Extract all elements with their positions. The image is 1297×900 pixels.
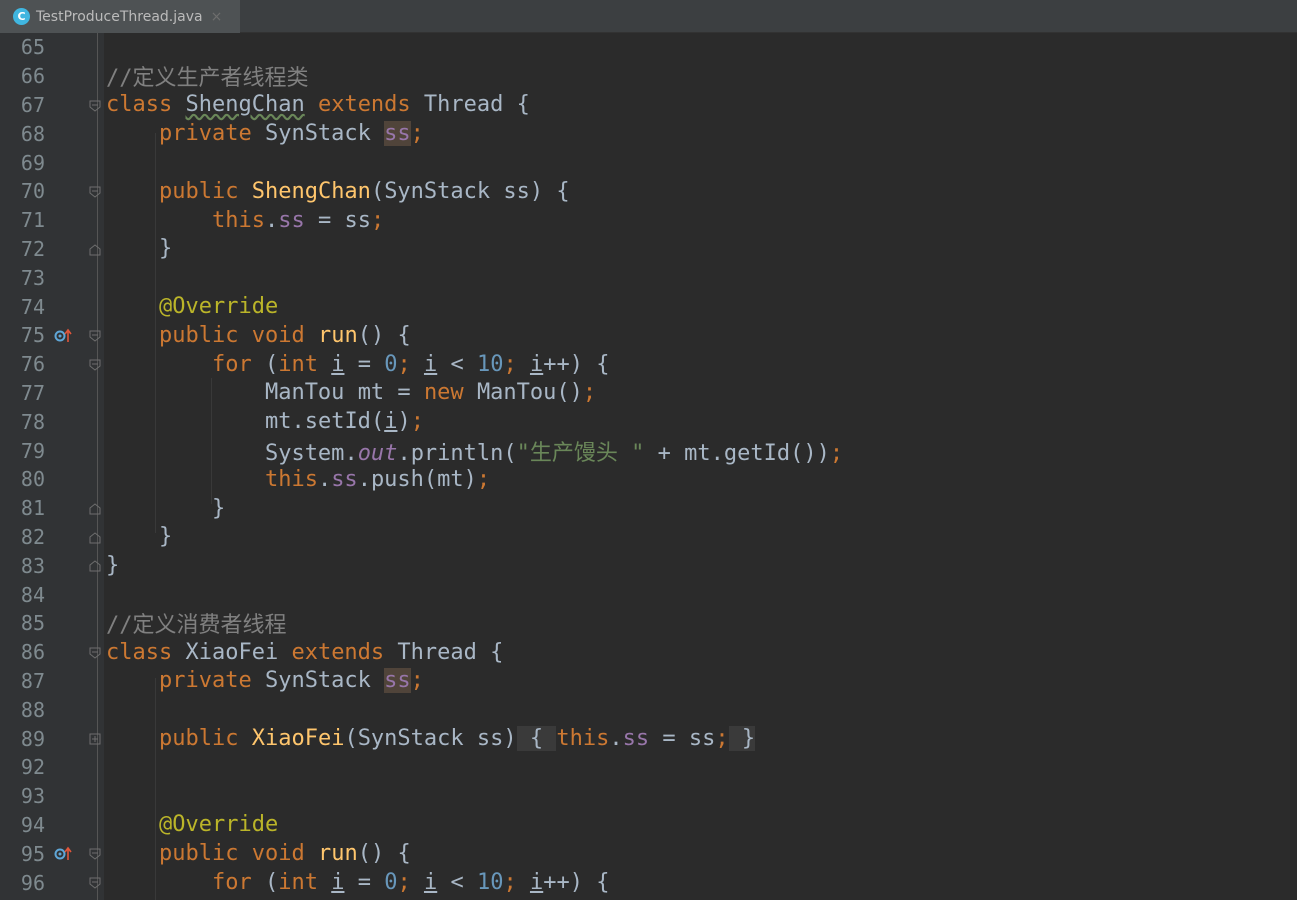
override-method-icon[interactable] (54, 327, 72, 345)
code-line: 73 (0, 263, 1297, 292)
fold-collapse-icon[interactable] (89, 647, 101, 659)
line-number: 88 (20, 697, 45, 722)
code-line: 84 (0, 580, 1297, 609)
code-line: 93 (0, 782, 1297, 811)
code-line: 68 private SynStack ss; (0, 119, 1297, 148)
code-line: 80 this.ss.push(mt); (0, 465, 1297, 494)
line-number: 71 (20, 208, 45, 233)
line-number: 82 (20, 524, 45, 549)
code-line: 81 } (0, 494, 1297, 523)
code-line: 71 this.ss = ss; (0, 206, 1297, 235)
fold-collapse-icon[interactable] (89, 359, 101, 371)
fold-end-icon[interactable] (89, 503, 101, 515)
class-name: ShengChan (185, 92, 305, 118)
override-method-icon[interactable] (54, 845, 72, 863)
code-line: 72 } (0, 235, 1297, 264)
java-class-icon: C (13, 8, 30, 25)
comment: //定义消费者线程 (106, 613, 287, 639)
code-line: 70 public ShengChan(SynStack ss) { (0, 177, 1297, 206)
code-line: 77 ManTou mt = new ManTou(); (0, 379, 1297, 408)
line-number: 76 (20, 352, 45, 377)
code-line: 75 public void run() { (0, 321, 1297, 350)
folded-region[interactable]: } (728, 726, 756, 752)
line-number: 69 (20, 150, 45, 175)
code-line: 66 //定义生产者线程类 (0, 62, 1297, 91)
fold-collapse-icon[interactable] (89, 877, 101, 889)
line-number: 70 (20, 179, 45, 204)
line-number: 81 (20, 496, 45, 521)
code-line: 88 (0, 695, 1297, 724)
line-number: 95 (20, 841, 45, 866)
line-number: 67 (20, 92, 45, 117)
code-line: 65 (0, 33, 1297, 62)
fold-end-icon[interactable] (89, 560, 101, 572)
line-number: 73 (20, 265, 45, 290)
line-number: 66 (20, 64, 45, 89)
code-line: 78 mt.setId(i); (0, 407, 1297, 436)
fold-collapse-icon[interactable] (89, 186, 101, 198)
line-number: 94 (20, 812, 45, 837)
line-number: 74 (20, 294, 45, 319)
code-line: 94 @Override (0, 811, 1297, 840)
fold-collapse-icon[interactable] (89, 848, 101, 861)
code-line: 85 //定义消费者线程 (0, 609, 1297, 638)
fold-collapse-icon[interactable] (89, 330, 101, 342)
line-number: 87 (20, 668, 45, 693)
code-line: 92 (0, 753, 1297, 782)
line-number: 79 (20, 438, 45, 463)
code-line: 95 public void run() { (0, 839, 1297, 868)
line-number: 89 (20, 726, 45, 751)
line-number: 65 (20, 35, 45, 60)
code-line: 87 private SynStack ss; (0, 667, 1297, 696)
fold-expand-icon[interactable] (89, 733, 101, 745)
code-line: 69 (0, 148, 1297, 177)
fold-end-icon[interactable] (89, 531, 101, 544)
code-line: 86 class XiaoFei extends Thread { (0, 638, 1297, 667)
code-line: 83 } (0, 551, 1297, 580)
tab-testproducethread[interactable]: C TestProduceThread.java × (0, 0, 240, 33)
code-line: 89 public XiaoFei(SynStack ss) { this.ss… (0, 724, 1297, 753)
code-line: 67 class ShengChan extends Thread { (0, 91, 1297, 120)
comment: //定义生产者线程类 (106, 66, 309, 92)
line-number: 83 (20, 553, 45, 578)
code-line: 76 for (int i = 0; i < 10; i++) { (0, 350, 1297, 379)
line-number: 80 (20, 467, 45, 492)
code-line: 74 @Override (0, 292, 1297, 321)
code-line: 96 for (int i = 0; i < 10; i++) { (0, 868, 1297, 897)
code-line: 79 System.out.println("生产馒头 " + mt.getId… (0, 436, 1297, 466)
line-number: 92 (20, 755, 45, 780)
line-number: 85 (20, 611, 45, 636)
editor-tab-bar: C TestProduceThread.java × (0, 0, 1297, 33)
tab-label: TestProduceThread.java (36, 8, 203, 25)
line-number: 86 (20, 640, 45, 665)
line-number: 93 (20, 784, 45, 809)
line-number: 68 (20, 121, 45, 146)
close-icon[interactable]: × (211, 9, 223, 25)
code-editor[interactable]: 65 66 //定义生产者线程类 67 class ShengChan exte… (0, 33, 1297, 900)
code-line: 82 } (0, 523, 1297, 552)
line-number: 78 (20, 409, 45, 434)
line-number: 75 (20, 323, 45, 348)
line-number: 84 (20, 582, 45, 607)
line-number: 77 (20, 380, 45, 405)
class-name: XiaoFei (185, 639, 279, 665)
line-number: 96 (20, 870, 45, 895)
line-number: 72 (20, 236, 45, 261)
folded-region[interactable]: { (516, 726, 557, 752)
fold-end-icon[interactable] (89, 243, 101, 256)
fold-collapse-icon[interactable] (89, 100, 101, 112)
